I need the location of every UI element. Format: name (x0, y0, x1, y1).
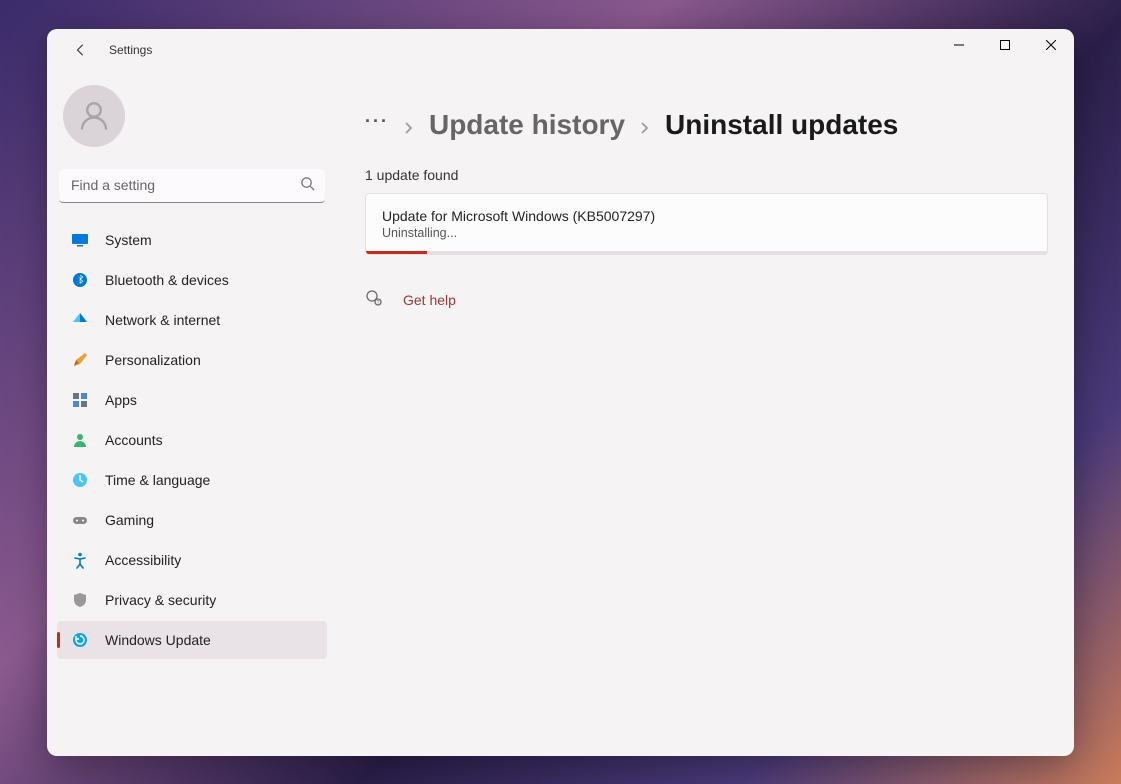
sidebar-item-bluetooth[interactable]: Bluetooth & devices (57, 261, 327, 299)
sidebar-item-network[interactable]: Network & internet (57, 301, 327, 339)
sidebar-item-accessibility[interactable]: Accessibility (57, 541, 327, 579)
chevron-right-icon (639, 109, 651, 141)
nav-label: Windows Update (105, 632, 211, 648)
update-count-label: 1 update found (365, 167, 1048, 183)
update-title: Update for Microsoft Windows (KB5007297) (382, 208, 1031, 224)
sidebar-item-gaming[interactable]: Gaming (57, 501, 327, 539)
sidebar-item-time[interactable]: Time & language (57, 461, 327, 499)
breadcrumb-more[interactable]: ··· (365, 111, 389, 138)
nav-label: Gaming (105, 512, 154, 528)
minimize-icon (954, 40, 964, 50)
minimize-button[interactable] (936, 29, 982, 61)
svg-text:?: ? (377, 300, 380, 306)
search-box (59, 169, 325, 203)
display-icon (71, 231, 89, 249)
help-row: ? Get help (365, 289, 1048, 312)
app-title: Settings (109, 43, 152, 57)
maximize-icon (1000, 40, 1010, 50)
sidebar-item-accounts[interactable]: Accounts (57, 421, 327, 459)
close-button[interactable] (1028, 29, 1074, 61)
apps-icon (71, 391, 89, 409)
sidebar-item-apps[interactable]: Apps (57, 381, 327, 419)
wifi-icon (71, 311, 89, 329)
update-card[interactable]: Update for Microsoft Windows (KB5007297)… (365, 193, 1048, 255)
nav-label: System (105, 232, 152, 248)
maximize-button[interactable] (982, 29, 1028, 61)
sidebar-item-privacy[interactable]: Privacy & security (57, 581, 327, 619)
search-input[interactable] (59, 169, 325, 203)
page-title: Uninstall updates (665, 109, 898, 141)
account-icon (71, 431, 89, 449)
sidebar-item-windows-update[interactable]: Windows Update (57, 621, 327, 659)
accessibility-icon (71, 551, 89, 569)
nav-label: Bluetooth & devices (105, 272, 229, 288)
sidebar: System Bluetooth & devices Network & int… (47, 71, 337, 756)
back-button[interactable] (63, 32, 99, 68)
progress-bar (366, 251, 427, 254)
get-help-link[interactable]: Get help (403, 292, 456, 308)
avatar[interactable] (63, 85, 125, 147)
titlebar: Settings (47, 29, 1074, 71)
progress-track (366, 251, 1047, 254)
nav-label: Time & language (105, 472, 210, 488)
person-icon (76, 98, 112, 134)
nav-label: Privacy & security (105, 592, 216, 608)
update-status: Uninstalling... (382, 226, 1031, 240)
nav-label: Accessibility (105, 552, 181, 568)
close-icon (1046, 40, 1056, 50)
nav: System Bluetooth & devices Network & int… (57, 221, 327, 659)
nav-label: Accounts (105, 432, 163, 448)
bluetooth-icon (71, 271, 89, 289)
clock-globe-icon (71, 471, 89, 489)
main-content: ··· Update history Uninstall updates 1 u… (337, 71, 1074, 756)
update-icon (71, 631, 89, 649)
sidebar-item-system[interactable]: System (57, 221, 327, 259)
sidebar-item-personalization[interactable]: Personalization (57, 341, 327, 379)
nav-label: Network & internet (105, 312, 220, 328)
help-icon: ? (365, 289, 383, 312)
nav-label: Apps (105, 392, 137, 408)
chevron-right-icon (403, 109, 415, 141)
shield-icon (71, 591, 89, 609)
breadcrumb: ··· Update history Uninstall updates (365, 109, 1048, 141)
search-icon (300, 176, 315, 196)
settings-window: Settings (47, 29, 1074, 756)
gamepad-icon (71, 511, 89, 529)
paintbrush-icon (71, 351, 89, 369)
arrow-left-icon (74, 43, 88, 57)
breadcrumb-link[interactable]: Update history (429, 109, 625, 141)
nav-label: Personalization (105, 352, 201, 368)
